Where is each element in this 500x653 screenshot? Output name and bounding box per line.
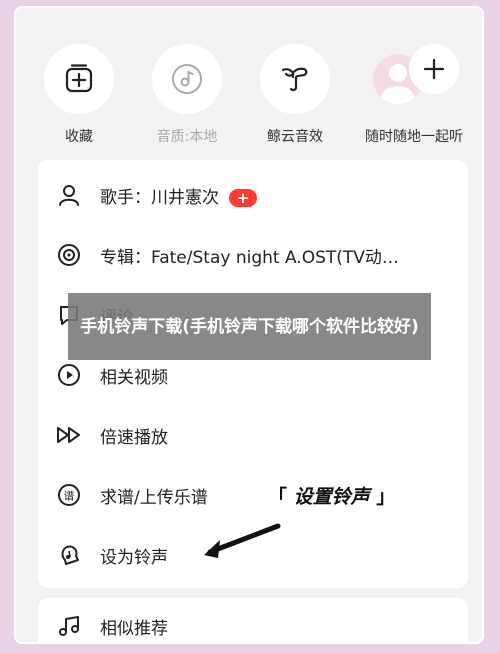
menu-item-label: 求谱/上传乐谱 [100,487,208,508]
menu-item-singer[interactable]: 歌手：川井憲次 + [38,175,468,215]
whale-sound-effect-icon [260,44,330,114]
menu-item-label: 倍速播放 [100,427,168,448]
listen-together-icon [369,44,459,114]
listen-together-action[interactable]: 随时随地一起听 [351,44,477,146]
article-title: 手机铃声下载(手机铃声下载哪个软件比较好) [80,316,419,337]
sheet-music-icon: 谱 [56,482,82,508]
callout-arrow-icon [204,523,281,558]
callout-text: 设置铃声 [287,486,377,508]
menu-item-label: 歌手：川井憲次 + [100,183,257,208]
follow-badge[interactable]: + [229,188,257,207]
ringtone-callout: 「 设置铃声 」 [268,482,395,509]
person-icon [56,182,82,208]
recommend-card: 相似推荐 [38,598,468,642]
add-to-playlist-icon [44,44,114,114]
menu-item-label: 设为铃声 [100,547,168,568]
singer-name: 歌手：川井憲次 [100,187,219,208]
fast-forward-icon [56,422,82,448]
menu-item-label: 专辑：Fate/Stay night A.OST(TV动… [100,247,399,268]
collect-label: 收藏 [65,129,93,145]
audio-quality-action[interactable]: 音质:本地 [132,44,242,146]
quick-actions-bar: 收藏 音质:本地 鲸云音效 随时随地一起听 [16,8,482,158]
play-circle-icon [56,362,82,388]
menu-item-similar[interactable]: 相似推荐 [38,606,468,642]
menu-item-label: 相关视频 [100,367,168,388]
music-notes-icon [56,613,82,639]
audio-quality-label: 音质:本地 [156,129,218,145]
album-disc-icon [56,242,82,268]
menu-item-sheet-music[interactable]: 谱 求谱/上传乐谱 [38,475,468,515]
plus-icon [409,44,459,94]
menu-item-playback-speed[interactable]: 倍速播放 [38,415,468,455]
article-title-banner: 手机铃声下载(手机铃声下载哪个软件比较好) [68,293,431,360]
collect-action[interactable]: 收藏 [24,44,134,146]
callout-close-bracket: 」 [376,486,396,508]
listen-together-label: 随时随地一起听 [365,129,463,145]
bell-music-icon [56,542,82,568]
audio-quality-icon [152,44,222,114]
callout-open-bracket: 「 [268,486,288,508]
sound-effect-label: 鲸云音效 [267,129,323,145]
menu-item-related-video[interactable]: 相关视频 [38,355,468,395]
menu-item-album[interactable]: 专辑：Fate/Stay night A.OST(TV动… [38,235,468,275]
menu-item-label: 相似推荐 [100,618,168,639]
sound-effect-action[interactable]: 鲸云音效 [240,44,350,146]
svg-text:谱: 谱 [64,489,75,503]
